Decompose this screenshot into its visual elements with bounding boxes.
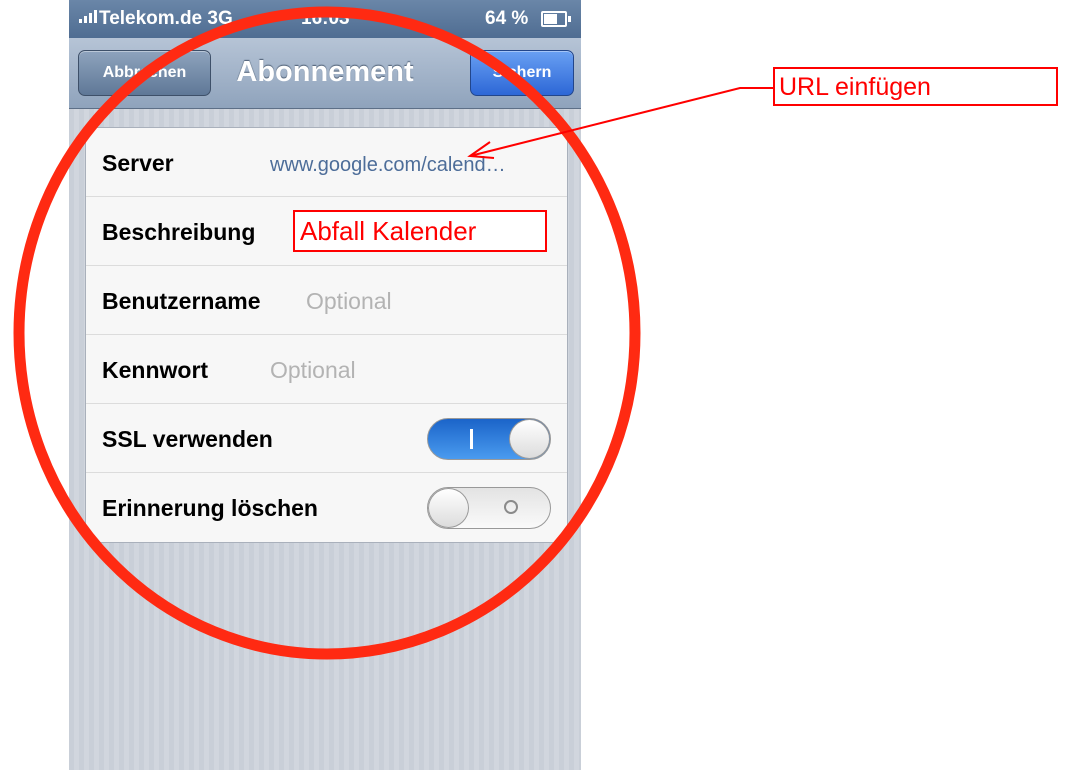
- annotation-overlay: [13, 6, 773, 660]
- highlight-circle: [13, 6, 641, 660]
- description-value-annotation: Abfall Kalender: [293, 210, 547, 252]
- url-hint-annotation: URL einfügen: [773, 67, 1058, 106]
- arrow-line: [469, 87, 773, 157]
